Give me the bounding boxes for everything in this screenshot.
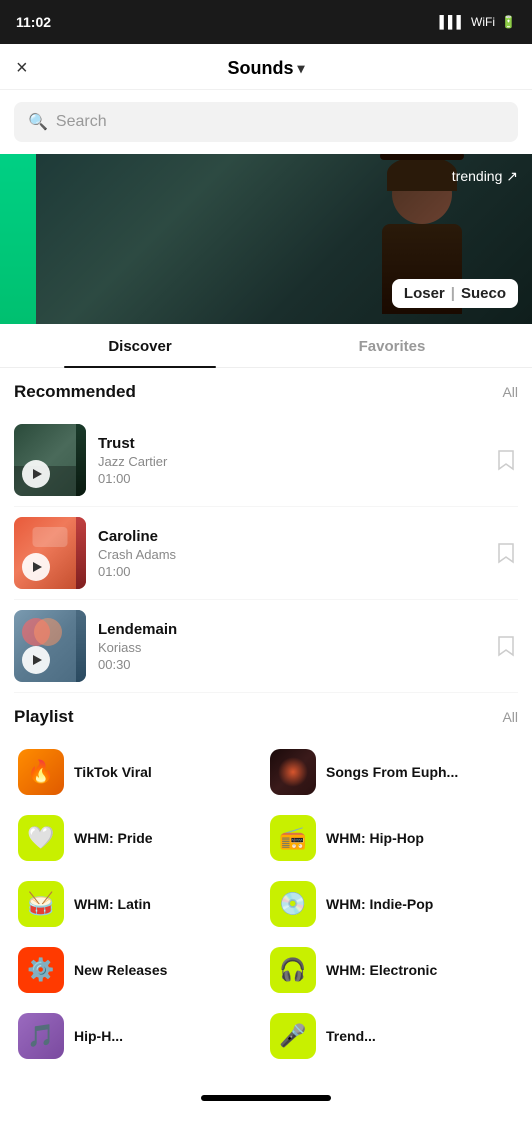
track-duration: 00:30	[98, 657, 482, 672]
play-button-trust[interactable]	[22, 460, 50, 488]
home-indicator	[201, 1095, 331, 1101]
tab-discover[interactable]: Discover	[14, 324, 266, 367]
playlist-name: WHM: Indie-Pop	[326, 896, 433, 912]
track-row[interactable]: Caroline Crash Adams 01:00	[14, 507, 518, 600]
chevron-down-icon[interactable]: ▾	[297, 60, 304, 77]
battery-icon: 🔋	[501, 15, 516, 29]
bookmark-button-trust[interactable]	[494, 448, 518, 472]
playlist-item[interactable]: 🥁 WHM: Latin	[14, 871, 266, 937]
hero-banner[interactable]: trending ↗ Loser | Sueco	[0, 154, 532, 324]
playlist-all[interactable]: All	[502, 709, 518, 725]
playlist-item[interactable]: 🔥 TikTok Viral	[14, 739, 266, 805]
tabs: Discover Favorites	[0, 324, 532, 368]
bookmark-button-caroline[interactable]	[494, 541, 518, 565]
track-row[interactable]: Lendemain Koriass 00:30	[14, 600, 518, 693]
track-thumbnail-lendemain	[14, 610, 86, 682]
playlist-item[interactable]: 🎤 Trend...	[266, 1003, 518, 1069]
playlist-name: TikTok Viral	[74, 764, 152, 780]
search-placeholder: Search	[56, 113, 107, 131]
recommended-all[interactable]: All	[502, 384, 518, 400]
track-name: Trust	[98, 435, 482, 452]
play-triangle-icon	[33, 655, 42, 665]
wifi-icon: WiFi	[471, 15, 495, 29]
playlist-item[interactable]: 🎧 WHM: Electronic	[266, 937, 518, 1003]
play-triangle-icon	[33, 469, 42, 479]
side-thumb	[76, 424, 86, 496]
status-time: 11:02	[16, 14, 51, 30]
playlist-icon-newreleases: ⚙️	[18, 947, 64, 993]
track-row[interactable]: Trust Jazz Cartier 01:00	[14, 414, 518, 507]
section-header-playlist: Playlist All	[14, 707, 518, 727]
playlist-icon-indiepop: 💿	[270, 881, 316, 927]
playlist-icon-more1: 🎵	[18, 1013, 64, 1059]
side-thumb	[76, 517, 86, 589]
title-text: Sounds	[227, 58, 293, 79]
hero-song: Loser	[404, 285, 445, 302]
playlist-item[interactable]: ⚙️ New Releases	[14, 937, 266, 1003]
playlist-icon-more2: 🎤	[270, 1013, 316, 1059]
playlist-icon-tiktok: 🔥	[18, 749, 64, 795]
side-thumb	[76, 610, 86, 682]
hero-divider: |	[451, 285, 455, 302]
close-button[interactable]: ×	[16, 57, 28, 80]
hero-green-strip	[0, 154, 36, 324]
tab-favorites[interactable]: Favorites	[266, 324, 518, 367]
hero-artist: Sueco	[461, 285, 506, 302]
search-bar[interactable]: 🔍 Search	[14, 102, 518, 142]
playlist-name: Trend...	[326, 1028, 376, 1044]
playlist-item[interactable]: 💿 WHM: Indie-Pop	[266, 871, 518, 937]
track-info-trust: Trust Jazz Cartier 01:00	[98, 435, 482, 486]
playlist-name: WHM: Electronic	[326, 962, 437, 978]
playlist-item[interactable]: 🎵 Hip-H...	[14, 1003, 266, 1069]
recommended-section: Recommended All Trust Jazz Cartier 01:00	[0, 368, 532, 693]
status-bar: 11:02 ▌▌▌ WiFi 🔋	[0, 0, 532, 44]
playlist-name: WHM: Latin	[74, 896, 151, 912]
trending-text: trending ↗	[452, 168, 518, 185]
track-list: Trust Jazz Cartier 01:00	[14, 414, 518, 693]
playlist-icon-pride: 🤍	[18, 815, 64, 861]
track-info-lendemain: Lendemain Koriass 00:30	[98, 621, 482, 672]
playlist-icon-euph	[270, 749, 316, 795]
playlist-title: Playlist	[14, 707, 74, 727]
playlist-name: Songs From Euph...	[326, 764, 458, 780]
track-duration: 01:00	[98, 564, 482, 579]
hero-label: Loser | Sueco	[392, 279, 518, 308]
section-header-recommended: Recommended All	[14, 382, 518, 402]
track-name: Caroline	[98, 528, 482, 545]
status-icons: ▌▌▌ WiFi 🔋	[440, 15, 516, 29]
track-artist: Crash Adams	[98, 547, 482, 562]
track-thumbnail-trust	[14, 424, 86, 496]
playlist-item[interactable]: 🤍 WHM: Pride	[14, 805, 266, 871]
track-thumbnail-caroline	[14, 517, 86, 589]
playlist-icon-hiphop: 📻	[270, 815, 316, 861]
playlist-name: New Releases	[74, 962, 167, 978]
playlist-name: Hip-H...	[74, 1028, 123, 1044]
recommended-title: Recommended	[14, 382, 136, 402]
play-triangle-icon	[33, 562, 42, 572]
header-title: Sounds ▾	[227, 58, 304, 79]
playlist-icon-latin: 🥁	[18, 881, 64, 927]
header: × Sounds ▾	[0, 44, 532, 90]
trending-badge: trending ↗	[452, 168, 518, 185]
search-icon: 🔍	[28, 112, 48, 132]
signal-icon: ▌▌▌	[440, 15, 466, 29]
playlist-name: WHM: Hip-Hop	[326, 830, 424, 846]
track-artist: Jazz Cartier	[98, 454, 482, 469]
playlist-section: Playlist All 🔥 TikTok Viral Songs From E…	[0, 693, 532, 1069]
track-info-caroline: Caroline Crash Adams 01:00	[98, 528, 482, 579]
playlist-item[interactable]: 📻 WHM: Hip-Hop	[266, 805, 518, 871]
track-name: Lendemain	[98, 621, 482, 638]
bookmark-button-lendemain[interactable]	[494, 634, 518, 658]
play-button-caroline[interactable]	[22, 553, 50, 581]
playlist-name: WHM: Pride	[74, 830, 153, 846]
track-duration: 01:00	[98, 471, 482, 486]
play-button-lendemain[interactable]	[22, 646, 50, 674]
track-artist: Koriass	[98, 640, 482, 655]
playlist-grid: 🔥 TikTok Viral Songs From Euph... 🤍 WHM:…	[14, 739, 518, 1069]
playlist-icon-electronic: 🎧	[270, 947, 316, 993]
playlist-item[interactable]: Songs From Euph...	[266, 739, 518, 805]
bottom-bar-container	[0, 1069, 532, 1105]
